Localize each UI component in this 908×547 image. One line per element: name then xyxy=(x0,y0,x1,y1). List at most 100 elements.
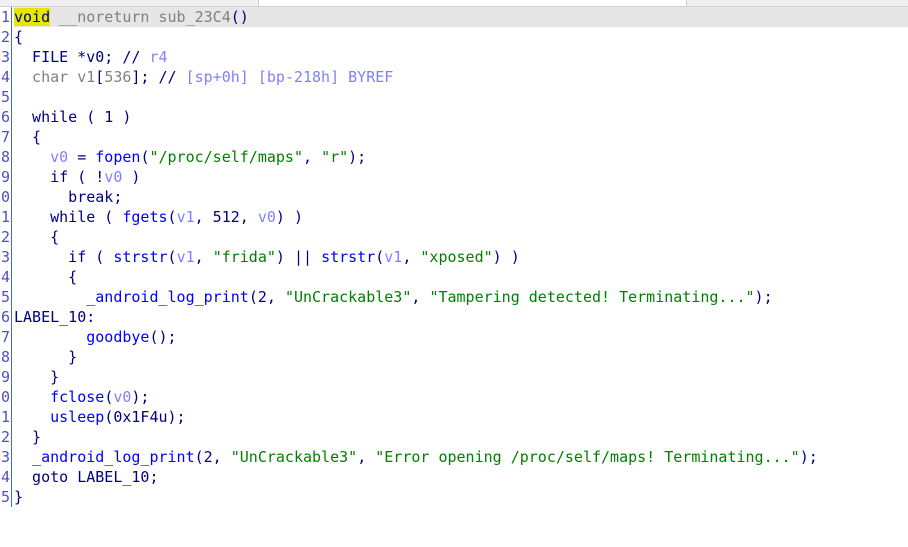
line-number: 15 xyxy=(0,288,10,306)
line-number: 19 xyxy=(0,368,10,386)
code-line[interactable]: _android_log_print(2, "UnCrackable3", "E… xyxy=(14,447,908,467)
code-token: ); xyxy=(348,148,367,166)
line-number: 18 xyxy=(0,348,10,366)
code-line[interactable]: { xyxy=(14,227,908,247)
line-number: 5 xyxy=(0,88,10,106)
code-token: , 512, xyxy=(194,208,258,226)
code-token: v1 xyxy=(176,248,195,266)
code-token: ); xyxy=(131,388,150,406)
code-token: LABEL_10: xyxy=(14,308,96,326)
code-line[interactable]: { xyxy=(14,127,908,147)
code-token: , xyxy=(194,248,213,266)
code-token: ) xyxy=(122,168,141,186)
code-token: usleep xyxy=(14,408,105,426)
code-token: "UnCrackable3" xyxy=(230,448,358,466)
code-line[interactable]: } xyxy=(14,347,908,367)
code-token: = xyxy=(68,148,96,166)
code-line[interactable]: } xyxy=(14,427,908,447)
code-line[interactable]: while ( 1 ) xyxy=(14,107,908,127)
code-line[interactable] xyxy=(14,87,908,107)
code-token: } xyxy=(14,348,78,366)
code-token: fgets xyxy=(122,208,168,226)
code-line[interactable]: goto LABEL_10; xyxy=(14,467,908,487)
code-token: { xyxy=(14,228,60,246)
code-token: char v1 xyxy=(14,68,96,86)
code-token: (0x1F4u); xyxy=(104,408,186,426)
code-token: goto LABEL_10; xyxy=(14,468,159,486)
cursor-highlight-token: void xyxy=(14,8,51,26)
code-token: ); xyxy=(754,288,773,306)
line-number: 22 xyxy=(0,428,10,446)
code-token: (2, xyxy=(248,288,285,306)
line-number: 4 xyxy=(0,68,10,86)
code-token: { xyxy=(14,28,24,46)
code-token: [ xyxy=(95,68,105,86)
code-token: "xposed" xyxy=(420,248,493,266)
code-token: , xyxy=(402,248,421,266)
code-line[interactable]: char v1[536]; // [sp+0h] [bp-218h] BYREF xyxy=(14,67,908,87)
code-token: while ( 1 ) xyxy=(14,108,132,126)
code-token: v0 xyxy=(113,388,132,406)
gutter-separator xyxy=(11,7,12,507)
code-area[interactable]: void __noreturn sub_23C4(){ FILE *v0; //… xyxy=(14,7,908,507)
line-number: 17 xyxy=(0,328,10,346)
line-number: 23 xyxy=(0,448,10,466)
code-token: ( xyxy=(167,208,177,226)
code-line[interactable]: FILE *v0; // r4 xyxy=(14,47,908,67)
code-token: , xyxy=(303,148,322,166)
code-token: [sp+0h] [bp-218h] BYREF xyxy=(185,68,394,86)
code-token: r4 xyxy=(149,48,168,66)
code-token: { xyxy=(14,128,42,146)
code-token: if ( ! xyxy=(14,168,105,186)
line-number: 12 xyxy=(0,228,10,246)
code-line[interactable]: } xyxy=(14,367,908,387)
code-token: v1 xyxy=(176,208,195,226)
line-number: 3 xyxy=(0,48,10,66)
code-token: v0 xyxy=(104,168,123,186)
code-token: "r" xyxy=(321,148,349,166)
line-number: 24 xyxy=(0,468,10,486)
code-line[interactable]: { xyxy=(14,267,908,287)
tab-strip xyxy=(0,0,908,7)
code-token: fclose xyxy=(14,388,105,406)
line-number: 16 xyxy=(0,308,10,326)
code-token: goodbye xyxy=(14,328,150,346)
line-number: 9 xyxy=(0,168,10,186)
code-token: ); xyxy=(799,448,818,466)
code-token: ( xyxy=(167,248,177,266)
code-token: } xyxy=(14,488,24,506)
code-line[interactable]: v0 = fopen("/proc/self/maps", "r"); xyxy=(14,147,908,167)
code-token: , xyxy=(357,448,376,466)
code-line[interactable]: void __noreturn sub_23C4() xyxy=(14,7,908,27)
code-line[interactable]: fclose(v0); xyxy=(14,387,908,407)
code-line[interactable]: _android_log_print(2, "UnCrackable3", "T… xyxy=(14,287,908,307)
code-line[interactable]: while ( fgets(v1, 512, v0) ) xyxy=(14,207,908,227)
code-line[interactable]: break; xyxy=(14,187,908,207)
code-token: strstr xyxy=(113,248,168,266)
code-token: } xyxy=(14,368,60,386)
code-line[interactable]: usleep(0x1F4u); xyxy=(14,407,908,427)
code-line[interactable]: if ( !v0 ) xyxy=(14,167,908,187)
code-token: FILE *v0; // xyxy=(14,48,150,66)
code-token: "Tampering detected! Terminating..." xyxy=(429,288,755,306)
code-token: v0 xyxy=(257,208,276,226)
code-token: if ( xyxy=(14,248,114,266)
code-token: __noreturn sub_23C4 xyxy=(50,8,231,26)
code-token: strstr xyxy=(321,248,376,266)
pseudocode-view[interactable]: 1234567891011121314151617181920212223242… xyxy=(0,7,908,547)
code-token: _android_log_print xyxy=(14,448,195,466)
code-token: { xyxy=(14,268,78,286)
code-line[interactable]: { xyxy=(14,27,908,47)
active-tab[interactable] xyxy=(258,0,687,6)
code-token: 536 xyxy=(104,68,132,86)
line-number: 2 xyxy=(0,28,10,46)
code-token: "frida" xyxy=(212,248,276,266)
code-line[interactable]: if ( strstr(v1, "frida") || strstr(v1, "… xyxy=(14,247,908,267)
code-line[interactable]: goodbye(); xyxy=(14,327,908,347)
code-token: (); xyxy=(149,328,177,346)
code-token: () xyxy=(230,8,249,26)
code-token: v1 xyxy=(384,248,403,266)
code-token: ( xyxy=(375,248,385,266)
code-line[interactable]: } xyxy=(14,487,908,507)
code-line[interactable]: LABEL_10: xyxy=(14,307,908,327)
